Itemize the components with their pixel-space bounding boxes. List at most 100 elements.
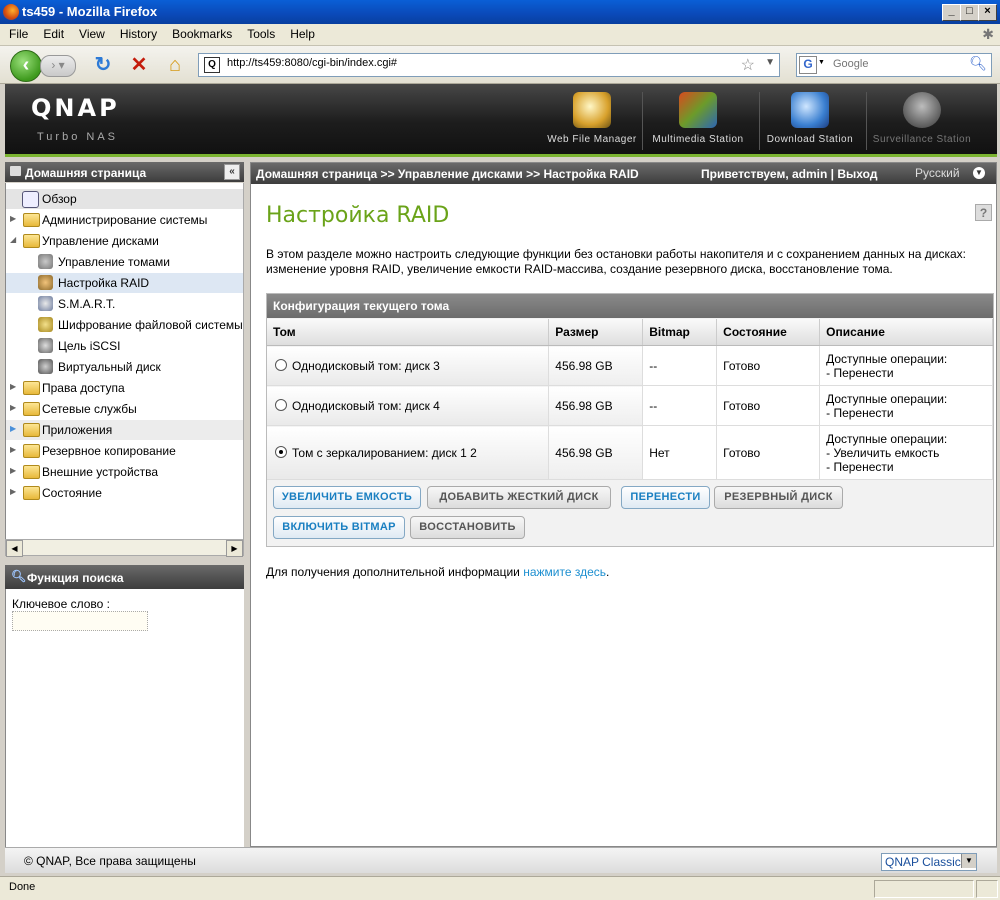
click-here-link[interactable]: нажмите здесь xyxy=(523,565,606,579)
expand-arrow-icon[interactable]: ▶ xyxy=(10,214,16,223)
more-info-label: Для получения дополнительной информации xyxy=(266,565,520,579)
expand-arrow-icon[interactable]: ▶ xyxy=(10,445,16,454)
spare-disk-button[interactable]: РЕЗЕРВНЫЙ ДИСК xyxy=(714,486,843,509)
expand-arrow-icon[interactable]: ▶ xyxy=(10,424,16,433)
scroll-left-arrow-icon[interactable]: ◀ xyxy=(6,540,23,557)
forward-button[interactable]: › ▾ xyxy=(40,55,76,77)
add-hard-disk-button[interactable]: ДОБАВИТЬ ЖЕСТКИЙ ДИСК xyxy=(427,486,611,509)
stop-icon[interactable]: ✕ xyxy=(128,55,150,77)
browser-status-bar: Done xyxy=(0,876,1000,900)
language-dropdown-icon[interactable]: ▼ xyxy=(973,167,985,179)
web-file-manager-link[interactable]: Web File Manager xyxy=(532,92,652,152)
dropdown-arrow-icon[interactable]: ▼ xyxy=(961,854,976,868)
sidebar-item-volume-management[interactable]: Управление томами xyxy=(6,252,243,272)
sidebar-item-raid-config[interactable]: Настройка RAID xyxy=(6,273,243,293)
volume-cell[interactable]: Однодисковый том: диск 3 xyxy=(267,345,550,386)
volume-cell[interactable]: Однодисковый том: диск 4 xyxy=(267,385,550,426)
sidebar-item-system-admin[interactable]: ▶ Администрирование системы xyxy=(6,210,243,230)
status-cell: Готово xyxy=(716,425,821,480)
theme-select[interactable]: QNAP Classic ▼ xyxy=(881,853,977,871)
menu-edit[interactable]: Edit xyxy=(34,24,70,41)
expand-arrow-icon[interactable]: ▶ xyxy=(10,466,16,475)
download-station-link[interactable]: Download Station xyxy=(750,92,870,152)
sidebar-item-label: Сетевые службы xyxy=(42,402,137,416)
breadcrumb: Домашняя страница >> Управление дисками … xyxy=(256,167,639,181)
menu-tools[interactable]: Tools xyxy=(238,24,281,41)
app-label: Multimedia Station xyxy=(652,134,744,145)
logout-link[interactable]: Выход xyxy=(837,167,877,181)
expand-arrow-icon[interactable]: ▶ xyxy=(10,382,16,391)
recover-button[interactable]: ВОССТАНОВИТЬ xyxy=(410,516,525,539)
expand-arrow-icon[interactable]: ▶ xyxy=(10,403,16,412)
bitmap-cell: -- xyxy=(642,345,718,386)
table-row[interactable]: Однодисковый том: диск 4 456.98 GB -- Го… xyxy=(267,385,993,426)
menu-history[interactable]: History xyxy=(111,24,163,41)
sidebar-item-smart[interactable]: S.M.A.R.T. xyxy=(6,294,243,314)
home-icon[interactable]: ⌂ xyxy=(164,55,186,77)
menu-file[interactable]: File xyxy=(0,24,34,41)
keyword-input[interactable] xyxy=(12,611,148,631)
sidebar-item-access-rights[interactable]: ▶ Права доступа xyxy=(6,378,243,398)
search-icon[interactable]: 🔍︎ xyxy=(969,55,987,72)
sidebar-item-encryption[interactable]: Шифрование файловой системы xyxy=(6,315,243,335)
scroll-right-arrow-icon[interactable]: ▶ xyxy=(226,540,243,557)
url-input[interactable] xyxy=(225,56,729,70)
address-bar[interactable]: Q ☆ ▼ xyxy=(198,53,780,77)
volume-cell[interactable]: Том с зеркалированием: диск 1 2 xyxy=(267,425,550,480)
language-selector[interactable]: Русский xyxy=(915,166,960,180)
sidebar-item-label: Внешние устройства xyxy=(42,465,159,479)
size-cell: 456.98 GB xyxy=(548,425,644,480)
sidebar-item-external-devices[interactable]: ▶ Внешние устройства xyxy=(6,462,243,482)
search-engine-dropdown-icon[interactable]: ▼ xyxy=(818,59,825,66)
volume-radio-selected[interactable] xyxy=(275,445,287,458)
bookmark-star-icon[interactable]: ☆ xyxy=(741,55,755,75)
sidebar-item-virtual-disk[interactable]: Виртуальный диск xyxy=(6,357,243,377)
sidebar-item-overview[interactable]: Обзор xyxy=(6,189,243,209)
bitmap-cell: -- xyxy=(642,385,718,426)
sidebar-horizontal-scrollbar[interactable]: ◀ ▶ xyxy=(5,539,244,557)
search-input[interactable] xyxy=(831,57,965,71)
url-dropdown-icon[interactable]: ▼ xyxy=(765,57,775,68)
minimize-button[interactable]: _ xyxy=(942,4,961,21)
sidebar-item-label: Обзор xyxy=(42,192,77,206)
surveillance-station-link[interactable]: Surveillance Station xyxy=(862,92,982,152)
status-pane xyxy=(874,880,974,898)
sidebar-item-backup[interactable]: ▶ Резервное копирование xyxy=(6,441,243,461)
sidebar-item-network-services[interactable]: ▶ Сетевые службы xyxy=(6,399,243,419)
expand-capacity-button[interactable]: УВЕЛИЧИТЬ ЕМКОСТЬ xyxy=(273,486,421,509)
volume-radio[interactable] xyxy=(275,358,287,371)
product-subtitle: Turbo NAS xyxy=(37,131,119,143)
throbber-icon: ✱ xyxy=(982,26,994,42)
expand-arrow-icon[interactable]: ▶ xyxy=(10,487,16,496)
firefox-icon xyxy=(3,4,19,20)
window-title: ts459 - Mozilla Firefox xyxy=(22,4,158,19)
collapse-arrow-icon[interactable]: ◢ xyxy=(10,235,16,244)
enable-bitmap-button[interactable]: ВКЛЮЧИТЬ BITMAP xyxy=(273,516,405,539)
size-cell: 456.98 GB xyxy=(548,345,644,386)
sidebar-item-iscsi[interactable]: Цель iSCSI xyxy=(6,336,243,356)
multimedia-station-link[interactable]: Multimedia Station xyxy=(638,92,758,152)
theme-select-value: QNAP Classic xyxy=(885,855,961,869)
migrate-button[interactable]: ПЕРЕНЕСТИ xyxy=(621,486,710,509)
close-window-button[interactable]: × xyxy=(978,4,997,21)
collapse-sidebar-button[interactable]: « xyxy=(224,164,240,180)
sidebar-item-status[interactable]: ▶ Состояние xyxy=(6,483,243,503)
search-box[interactable]: G ▼ 🔍︎ xyxy=(796,53,992,77)
reload-icon[interactable]: ↻ xyxy=(92,55,114,77)
back-button[interactable]: ‹ xyxy=(10,50,42,82)
home-page-icon xyxy=(10,166,21,176)
table-row[interactable]: Том с зеркалированием: диск 1 2 456.98 G… xyxy=(267,425,993,480)
sidebar-item-label: Цель iSCSI xyxy=(58,339,121,353)
google-icon[interactable]: G xyxy=(799,56,817,74)
multimedia-icon xyxy=(679,92,717,128)
volume-radio[interactable] xyxy=(275,398,287,411)
column-header-volume: Том xyxy=(267,319,550,346)
menu-bookmarks[interactable]: Bookmarks xyxy=(163,24,238,41)
table-row[interactable]: Однодисковый том: диск 3 456.98 GB -- Го… xyxy=(267,345,993,386)
sidebar-item-disk-management[interactable]: ◢ Управление дисками xyxy=(6,231,243,251)
sidebar-item-applications[interactable]: ▶ Приложения xyxy=(6,420,243,440)
menu-view[interactable]: View xyxy=(70,24,111,41)
help-icon[interactable]: ? xyxy=(975,204,992,221)
maximize-button[interactable]: □ xyxy=(960,4,979,21)
menu-help[interactable]: Help xyxy=(281,24,321,41)
